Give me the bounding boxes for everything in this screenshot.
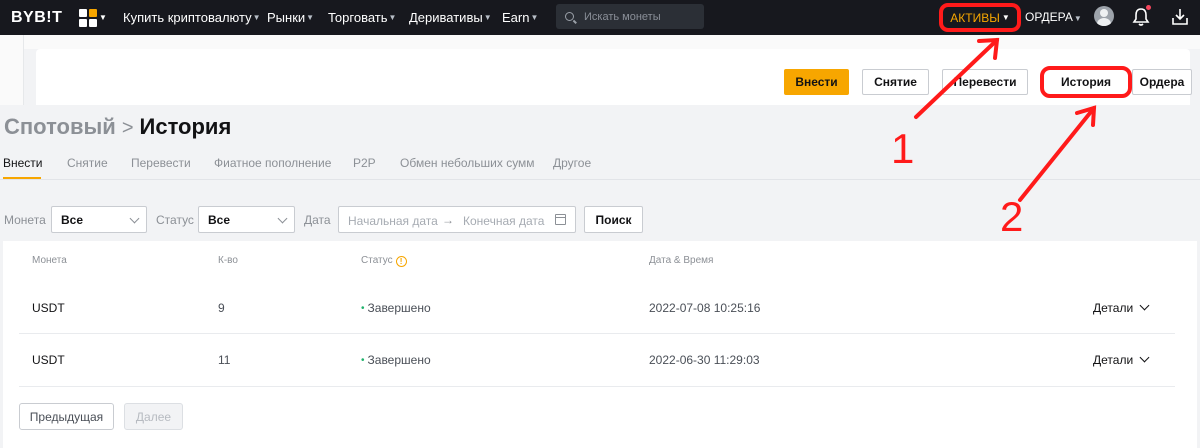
avatar[interactable] (1094, 6, 1114, 26)
date-range-picker[interactable]: Начальная дата → Конечная дата (338, 206, 576, 233)
tab-other[interactable]: Другое (553, 156, 591, 170)
apps-grid-icon[interactable] (79, 9, 97, 27)
chevron-down-icon (1139, 300, 1150, 311)
chevron-down-icon: ▼ (483, 13, 492, 22)
bybit-logo[interactable]: BYB!T (11, 9, 62, 27)
tab-withdraw[interactable]: Снятие (67, 156, 108, 170)
nav-trade[interactable]: Торговать▼ (328, 10, 396, 25)
coin-filter-label: Монета (4, 213, 46, 227)
sidebar-edge (0, 35, 24, 105)
details-toggle[interactable]: Детали (1093, 352, 1150, 367)
row-divider (19, 386, 1175, 387)
download-icon[interactable] (1171, 7, 1189, 27)
chevron-down-icon (1139, 352, 1150, 363)
nav-markets[interactable]: Рынки▼ (267, 10, 314, 25)
header-band (0, 35, 1200, 49)
status-select[interactable]: Все (198, 206, 295, 233)
info-icon[interactable]: ! (395, 256, 407, 267)
status-badge: • Завершено (361, 301, 431, 315)
breadcrumb-current: История (139, 114, 232, 139)
nav-buy-crypto[interactable]: Купить криптовалюту▼ (123, 10, 261, 25)
column-header-coin: Монета (32, 255, 67, 266)
column-header-qty: К-во (218, 255, 238, 266)
calendar-icon[interactable] (555, 214, 566, 225)
transfer-button[interactable]: Перевести (942, 69, 1028, 95)
tab-transfer[interactable]: Перевести (131, 156, 191, 170)
nav-derivatives[interactable]: Деривативы▼ (409, 10, 492, 25)
status-filter-label: Статус (156, 213, 194, 227)
orders-button[interactable]: Ордера (1132, 69, 1192, 95)
next-page-button[interactable]: Далее (124, 403, 183, 430)
tab-deposit[interactable]: Внести (3, 156, 43, 170)
tab-p2p[interactable]: P2P (353, 156, 376, 170)
breadcrumb-separator: > (121, 117, 134, 139)
tab-fiat-deposit[interactable]: Фиатное пополнение (214, 156, 331, 170)
orders-menu[interactable]: ОРДЕРА▼ (1025, 10, 1082, 24)
chevron-down-icon: ▼ (306, 13, 315, 22)
assets-menu[interactable]: АКТИВЫ ▼ (939, 3, 1021, 32)
row-qty: 9 (218, 301, 225, 315)
nav-earn[interactable]: Earn▼ (502, 10, 538, 25)
row-datetime: 2022-06-30 11:29:03 (649, 353, 760, 367)
search-icon (565, 12, 574, 21)
page-title: Спотовый > История (4, 114, 231, 140)
column-header-datetime: Дата & Время (649, 255, 714, 266)
coin-search-input[interactable]: Искать монеты (556, 4, 704, 29)
tab-small-exchange[interactable]: Обмен небольших сумм (400, 156, 535, 170)
active-tab-indicator (3, 177, 41, 179)
coin-select[interactable]: Все (51, 206, 147, 233)
row-qty: 11 (218, 353, 231, 367)
details-toggle[interactable]: Детали (1093, 300, 1150, 315)
status-dot: • (361, 303, 365, 314)
bell-icon[interactable] (1132, 7, 1150, 27)
date-filter-label: Дата (304, 213, 331, 227)
annotation-number-2: 2 (1000, 193, 1023, 240)
search-button[interactable]: Поиск (584, 206, 643, 233)
chevron-down-icon: ▼ (388, 13, 397, 22)
chevron-down-icon (277, 213, 288, 224)
column-header-status: Статус! (361, 255, 407, 267)
breadcrumb-parent[interactable]: Спотовый (4, 114, 116, 139)
withdraw-button[interactable]: Снятие (862, 69, 929, 95)
chevron-down-icon: ▼ (1001, 13, 1010, 22)
row-divider (19, 333, 1175, 334)
arrow-right-icon: → (442, 213, 454, 227)
chevron-down-icon (129, 213, 140, 224)
chevron-down-icon: ▼ (1073, 14, 1082, 23)
history-button[interactable]: История (1040, 66, 1132, 98)
row-datetime: 2022-07-08 10:25:16 (649, 301, 761, 315)
row-coin: USDT (32, 301, 65, 315)
status-badge: • Завершено (361, 353, 431, 367)
chevron-down-icon: ▼ (252, 13, 261, 22)
top-navigation: BYB!T ▼ Купить криптовалюту▼ Рынки▼ Торг… (0, 0, 1200, 35)
chevron-down-icon: ▼ (530, 13, 539, 22)
notification-dot (1146, 5, 1151, 10)
row-coin: USDT (32, 353, 65, 367)
apps-caret-icon: ▼ (99, 13, 107, 22)
previous-page-button[interactable]: Предыдущая (19, 403, 114, 430)
end-date-input[interactable]: Конечная дата (463, 214, 544, 228)
history-tabs: Внести Снятие Перевести Фиатное пополнен… (0, 150, 1200, 180)
status-dot: • (361, 355, 365, 366)
deposit-button[interactable]: Внести (784, 69, 849, 95)
start-date-input[interactable]: Начальная дата (348, 214, 438, 228)
